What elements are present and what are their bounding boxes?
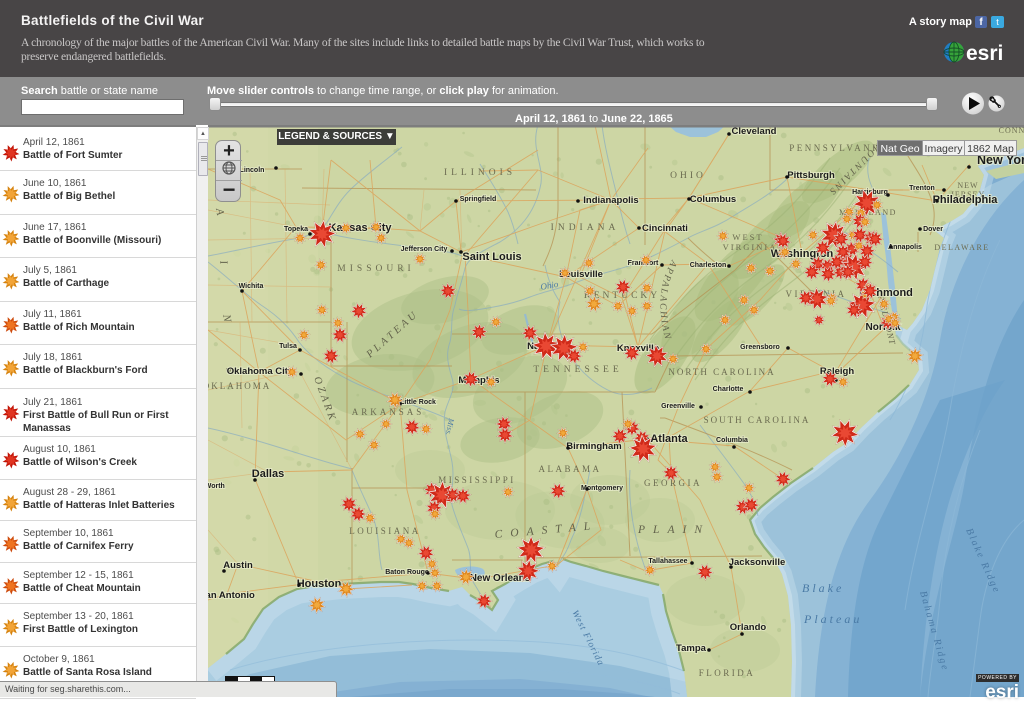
- svg-text:Greenville: Greenville: [661, 403, 695, 410]
- svg-text:Tulsa: Tulsa: [279, 343, 297, 350]
- svg-text:MISSOURI: MISSOURI: [337, 264, 414, 274]
- svg-text:Atlanta: Atlanta: [650, 433, 688, 445]
- svg-text:Blake: Blake: [802, 581, 844, 595]
- svg-text:Greensboro: Greensboro: [740, 344, 780, 351]
- svg-text:Charleston: Charleston: [690, 262, 727, 269]
- svg-text:Annapolis: Annapolis: [888, 244, 922, 251]
- svg-text:Raleigh: Raleigh: [820, 366, 855, 377]
- svg-text:Plateau: Plateau: [803, 612, 862, 626]
- svg-text:Tallahassee: Tallahassee: [648, 558, 687, 565]
- svg-text:Dover: Dover: [923, 226, 943, 233]
- svg-text:ILLINOIS: ILLINOIS: [444, 168, 516, 178]
- svg-text:Little Rock: Little Rock: [400, 399, 436, 406]
- svg-text:NEW: NEW: [957, 181, 978, 190]
- svg-text:OKLAHOMA: OKLAHOMA: [208, 381, 271, 391]
- svg-text:Lincoln: Lincoln: [240, 167, 265, 174]
- svg-text:Birmingham: Birmingham: [566, 441, 621, 452]
- svg-text:ALABAMA: ALABAMA: [538, 464, 601, 474]
- svg-text:Jefferson City: Jefferson City: [401, 246, 448, 253]
- svg-text:SOUTH CAROLINA: SOUTH CAROLINA: [704, 415, 811, 425]
- svg-text:Philadelphia: Philadelphia: [933, 194, 999, 206]
- svg-text:Saint Louis: Saint Louis: [462, 251, 521, 263]
- svg-text:Wichita: Wichita: [239, 283, 264, 290]
- svg-text:Jacksonville: Jacksonville: [729, 557, 786, 568]
- svg-text:San Antonio: San Antonio: [208, 590, 255, 601]
- svg-text:WEST: WEST: [732, 232, 763, 242]
- svg-text:Cincinnati: Cincinnati: [642, 223, 688, 234]
- svg-text:LOUISIANA: LOUISIANA: [349, 526, 421, 536]
- svg-text:Columbia: Columbia: [716, 437, 748, 444]
- svg-text:Charlotte: Charlotte: [713, 386, 744, 393]
- svg-text:ARKANSAS: ARKANSAS: [352, 407, 425, 417]
- svg-text:VIRGINIA: VIRGINIA: [723, 242, 778, 252]
- svg-text:Austin: Austin: [223, 560, 253, 571]
- svg-text:Springfield: Springfield: [460, 196, 497, 203]
- svg-text:Houston: Houston: [297, 578, 342, 590]
- svg-text:esri: esri: [966, 42, 1003, 64]
- svg-text:Tampa: Tampa: [676, 643, 707, 654]
- svg-text:Oklahoma City: Oklahoma City: [227, 366, 294, 377]
- svg-text:Fort Worth: Fort Worth: [208, 483, 225, 490]
- svg-text:Trenton: Trenton: [909, 185, 935, 192]
- svg-text:PLAIN: PLAIN: [637, 524, 710, 536]
- svg-text:Topeka: Topeka: [284, 226, 308, 233]
- svg-text:TENNESSEE: TENNESSEE: [533, 365, 622, 375]
- svg-text:Orlando: Orlando: [730, 622, 767, 633]
- svg-text:Indianapolis: Indianapolis: [583, 195, 638, 206]
- svg-text:Baton Rouge: Baton Rouge: [385, 569, 429, 576]
- svg-text:Columbus: Columbus: [690, 194, 736, 205]
- svg-text:Pittsburgh: Pittsburgh: [787, 170, 835, 181]
- svg-text:OHIO: OHIO: [670, 171, 706, 181]
- svg-text:MISSISSIPPI: MISSISSIPPI: [438, 475, 516, 485]
- svg-text:Cleveland: Cleveland: [732, 126, 777, 137]
- svg-text:NORTH CAROLINA: NORTH CAROLINA: [668, 367, 775, 377]
- svg-text:Kansas City: Kansas City: [329, 222, 393, 234]
- svg-text:Dallas: Dallas: [252, 468, 284, 480]
- svg-text:INDIANA: INDIANA: [551, 223, 620, 233]
- svg-text:DELAWARE: DELAWARE: [934, 243, 989, 252]
- svg-text:FLORIDA: FLORIDA: [699, 668, 756, 678]
